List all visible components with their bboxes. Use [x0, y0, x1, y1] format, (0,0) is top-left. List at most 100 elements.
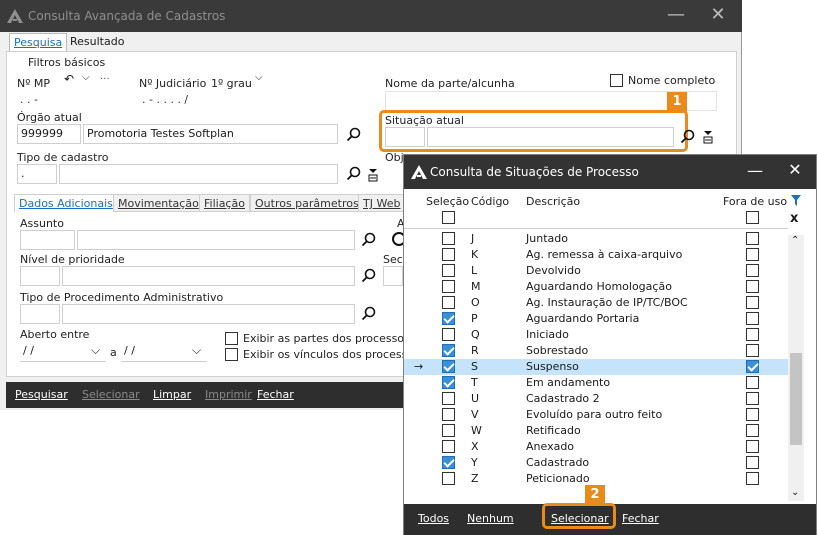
row-fora-de-uso-checkbox[interactable]	[746, 280, 759, 293]
nmp-field[interactable]: . . -	[17, 91, 135, 111]
row-select-checkbox[interactable]	[442, 408, 455, 421]
row-fora-de-uso-checkbox[interactable]	[746, 232, 759, 245]
scroll-down-icon[interactable]: ⌄	[791, 487, 799, 498]
fechar-button[interactable]: Fechar	[257, 388, 294, 401]
table-row[interactable]: K Ag. remessa à caixa-arquivo	[404, 247, 788, 263]
row-select-checkbox[interactable]	[442, 248, 455, 261]
grau-label[interactable]: 1º grau	[211, 77, 252, 90]
row-fora-de-uso-checkbox[interactable]	[746, 344, 759, 357]
table-row[interactable]: T Em andamento	[404, 375, 788, 391]
grau-chevron-icon[interactable]: ⌵	[255, 72, 263, 83]
row-fora-de-uso-checkbox[interactable]	[746, 248, 759, 261]
minimize-button[interactable]: —	[664, 4, 688, 28]
table-row[interactable]: L Devolvido	[404, 263, 788, 279]
table-row[interactable]: → S Suspenso	[404, 359, 788, 375]
row-select-checkbox[interactable]	[442, 280, 455, 293]
tipo-cadastro-code-input[interactable]: .	[17, 164, 57, 184]
row-fora-de-uso-checkbox[interactable]	[746, 264, 759, 277]
row-select-checkbox[interactable]	[442, 376, 455, 389]
table-row[interactable]: M Aguardando Homologação	[404, 279, 788, 295]
row-fora-de-uso-checkbox[interactable]	[746, 328, 759, 341]
tab-pesquisa[interactable]: Pesquisa	[9, 33, 68, 51]
row-fora-de-uso-checkbox[interactable]	[746, 440, 759, 453]
situacao-search-icon[interactable]	[680, 129, 696, 145]
situacao-code-input[interactable]	[385, 127, 425, 147]
orgao-code-input[interactable]: 999999	[17, 124, 81, 144]
filter-icon[interactable]	[790, 194, 804, 208]
date-from-dropdown-icon[interactable]: ⌵	[91, 343, 100, 358]
scroll-thumb[interactable]	[790, 353, 802, 445]
header-selecao[interactable]: Seleção	[426, 195, 469, 208]
row-select-checkbox[interactable]	[442, 328, 455, 341]
tipo-proc-desc-input[interactable]	[62, 304, 355, 324]
close-button[interactable]: ✕	[706, 4, 730, 28]
row-select-checkbox[interactable]	[442, 232, 455, 245]
table-row[interactable]: J Juntado	[404, 231, 788, 247]
table-row[interactable]: X Anexado	[404, 439, 788, 455]
table-row[interactable]: V Evoluído para outro feito	[404, 407, 788, 423]
row-select-checkbox[interactable]	[442, 344, 455, 357]
more-icon[interactable]: ···	[100, 74, 110, 85]
table-row[interactable]: W Retificado	[404, 423, 788, 439]
situacao-desc-input[interactable]	[427, 127, 674, 147]
tipo-cadastro-desc-input[interactable]	[59, 164, 338, 184]
select-all-checkbox[interactable]	[442, 211, 455, 224]
row-select-checkbox[interactable]	[442, 456, 455, 469]
tab-resultado[interactable]: Resultado	[66, 33, 128, 51]
tipo-proc-code-input[interactable]	[20, 304, 60, 324]
tab-dados-adicionais[interactable]: Dados Adicionais	[14, 194, 118, 212]
secr-input[interactable]	[383, 266, 403, 286]
tab-outros-parametros[interactable]: Outros parâmetros	[250, 194, 364, 212]
tipo-cadastro-search-icon[interactable]	[346, 166, 362, 182]
row-fora-de-uso-checkbox[interactable]	[746, 424, 759, 437]
tipo-proc-search-icon[interactable]	[361, 306, 377, 322]
row-fora-de-uso-checkbox[interactable]	[746, 456, 759, 469]
row-select-checkbox[interactable]	[442, 472, 455, 485]
row-select-checkbox[interactable]	[442, 392, 455, 405]
nome-completo-checkbox[interactable]	[610, 74, 623, 87]
row-fora-de-uso-checkbox[interactable]	[746, 360, 759, 373]
row-fora-de-uso-checkbox[interactable]	[746, 376, 759, 389]
header-codigo[interactable]: Código	[471, 195, 509, 208]
dialog-close-button[interactable]: ✕	[784, 160, 806, 182]
prioridade-code-input[interactable]	[20, 266, 60, 286]
search-icon[interactable]	[346, 127, 362, 143]
table-row[interactable]: Q Iniciado	[404, 327, 788, 343]
header-fora-de-uso[interactable]: Fora de uso	[723, 195, 787, 208]
tab-movimentacao[interactable]: Movimentação	[113, 194, 204, 212]
assunto-desc-input[interactable]	[77, 230, 355, 250]
nenhum-button[interactable]: Nenhum	[467, 512, 514, 525]
table-row[interactable]: U Cadastrado 2	[404, 391, 788, 407]
row-select-checkbox[interactable]	[442, 296, 455, 309]
table-row[interactable]: Y Cadastrado	[404, 455, 788, 471]
row-select-checkbox[interactable]	[442, 424, 455, 437]
exibir-partes-checkbox[interactable]	[225, 332, 238, 345]
tipo-multi-select-icon[interactable]	[367, 168, 379, 182]
table-row[interactable]: R Sobrestado	[404, 343, 788, 359]
vertical-scrollbar[interactable]: ⌃ ⌄	[788, 235, 804, 501]
table-row[interactable]: O Ag. Instauração de IP/TC/BOC	[404, 295, 788, 311]
row-select-checkbox[interactable]	[442, 312, 455, 325]
fora-all-checkbox[interactable]	[746, 211, 759, 224]
row-select-checkbox[interactable]	[442, 264, 455, 277]
row-select-checkbox[interactable]	[442, 440, 455, 453]
header-descricao[interactable]: Descrição	[526, 195, 580, 208]
njud-field[interactable]: . - . . . . /	[139, 91, 335, 111]
tab-tj-web[interactable]: TJ Web	[358, 194, 406, 212]
row-fora-de-uso-checkbox[interactable]	[746, 392, 759, 405]
scroll-up-icon[interactable]: ⌃	[791, 235, 799, 246]
dialog-minimize-button[interactable]: —	[744, 161, 766, 183]
prioridade-desc-input[interactable]	[62, 266, 355, 286]
row-fora-de-uso-checkbox[interactable]	[746, 296, 759, 309]
table-row[interactable]: P Aguardando Portaria	[404, 311, 788, 327]
limpar-button[interactable]: Limpar	[153, 388, 191, 401]
chevron-down-icon[interactable]: ⌵	[82, 72, 90, 83]
multi-select-icon[interactable]	[702, 130, 714, 144]
imprimir-button[interactable]: Imprimir	[205, 388, 252, 401]
pesquisar-button[interactable]: Pesquisar	[15, 388, 68, 401]
undo-icon[interactable]: ↶	[64, 72, 74, 86]
row-fora-de-uso-checkbox[interactable]	[746, 472, 759, 485]
exibir-vinculos-checkbox[interactable]	[225, 348, 238, 361]
assunto-search-icon[interactable]	[361, 232, 377, 248]
row-fora-de-uso-checkbox[interactable]	[746, 408, 759, 421]
